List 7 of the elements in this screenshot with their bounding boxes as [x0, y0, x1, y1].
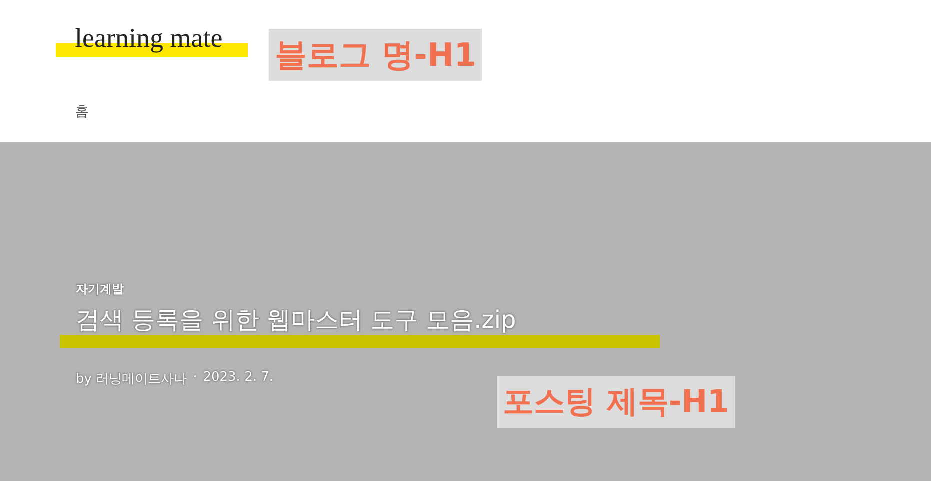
nav-link[interactable]: 홈: [75, 104, 89, 120]
annotation-label: 블로그 명-H1: [269, 29, 482, 81]
meta-separator: ·: [193, 370, 198, 387]
post-title: 검색 등록을 위한 웹마스터 도구 모음.zip: [76, 306, 516, 335]
post-author: by 러닝메이트사나: [76, 371, 188, 388]
post-date: 2023. 2. 7.: [203, 370, 274, 387]
annotation-label: 포스팅 제목-H1: [497, 376, 736, 428]
